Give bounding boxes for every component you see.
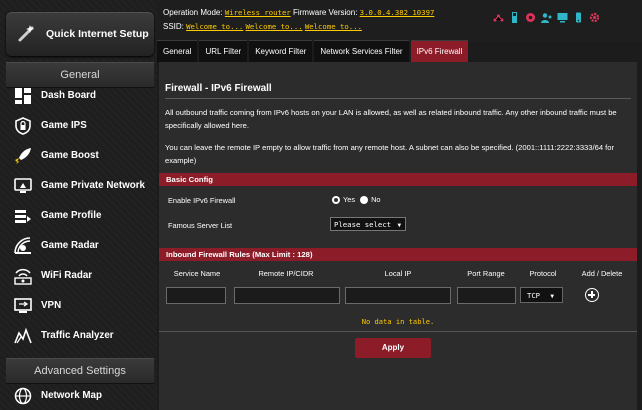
radio-yes-label: Yes (343, 195, 356, 204)
basic-config-header: Basic Config (159, 173, 637, 186)
wifi-radar-icon (13, 266, 33, 286)
sidebar-item-traffic-analyzer[interactable]: Traffic Analyzer (6, 322, 154, 350)
tab-network-services-filter[interactable]: Network Services Filter (314, 40, 409, 63)
sidebar-item-label: VPN (41, 300, 62, 311)
operation-mode-label: Operation Mode: (163, 8, 223, 17)
sidebar-item-network-map[interactable]: Network Map (6, 382, 154, 410)
empty-table-message: No data in table. (361, 317, 435, 326)
sidebar-item-game-profile[interactable]: Game Profile (6, 202, 154, 230)
local-ip-input[interactable] (345, 287, 451, 304)
page-title: Firewall - IPv6 Firewall (165, 83, 272, 94)
port-range-input[interactable] (457, 287, 516, 304)
vpn-icon (13, 296, 33, 316)
sidebar-item-game-boost[interactable]: Game Boost (6, 142, 154, 170)
inbound-rules-header: Inbound Firewall Rules (Max Limit : 128) (159, 248, 637, 261)
quick-internet-setup-button[interactable]: Quick Internet Setup (6, 12, 154, 56)
monitor-icon (13, 176, 33, 196)
sidebar-item-label: Traffic Analyzer (41, 330, 114, 341)
tab-bar: General URL Filter Keyword Filter Networ… (157, 40, 469, 63)
device-status-icon[interactable] (573, 12, 584, 23)
network-status-icon[interactable] (493, 12, 504, 23)
sidebar-item-label: Game Private Network (41, 180, 146, 191)
monitor-status-icon[interactable] (557, 12, 568, 23)
apply-button[interactable]: Apply (355, 338, 431, 358)
header: Operation Mode: Wireless router Firmware… (157, 0, 642, 42)
enable-ipv6-firewall-radio-group: Yes No (332, 195, 381, 204)
sidebar-item-wifi-radar[interactable]: WiFi Radar (6, 262, 154, 290)
famous-server-list-label: Famous Server List (168, 221, 233, 230)
tab-keyword-filter[interactable]: Keyword Filter (249, 40, 313, 63)
service-name-input[interactable] (166, 287, 226, 304)
title-divider (165, 98, 631, 99)
tab-general[interactable]: General (157, 40, 198, 63)
chevron-down-icon: ▼ (397, 222, 402, 229)
lock-icon (13, 116, 33, 136)
sidebar-item-label: Dash Board (41, 90, 96, 101)
dashboard-icon (13, 86, 33, 106)
ssid-link[interactable]: Welcome to... (186, 22, 243, 31)
chevron-down-icon: ▼ (550, 293, 554, 300)
tab-url-filter[interactable]: URL Filter (199, 40, 248, 63)
gear-icon[interactable] (589, 12, 600, 23)
radio-yes[interactable] (332, 195, 340, 204)
protocol-select[interactable]: TCP ▼ (520, 287, 563, 303)
protocol-selected-value: TCP (527, 291, 540, 300)
description-outbound: All outbound traffic coming from IPv6 ho… (165, 108, 617, 130)
enable-ipv6-firewall-label: Enable IPv6 Firewall (168, 196, 236, 205)
settings-status-icon[interactable] (525, 12, 536, 23)
main-panel: Firewall - IPv6 Firewall All outbound tr… (159, 62, 637, 410)
column-header-add-delete: Add / Delete (581, 269, 623, 278)
status-icons (493, 12, 600, 23)
operation-mode-link[interactable]: Wireless router (225, 8, 291, 17)
user-status-icon[interactable] (541, 12, 552, 23)
sidebar-item-label: Game Boost (41, 150, 99, 161)
description-remote-ip: You can leave the remote IP empty to all… (165, 143, 615, 165)
table-divider (159, 331, 637, 332)
radio-no[interactable] (360, 195, 369, 204)
remote-ip-input[interactable] (234, 287, 340, 304)
usb-status-icon[interactable] (509, 12, 520, 23)
column-header-local-ip: Local IP (384, 269, 412, 278)
sidebar-item-label: Game IPS (41, 120, 87, 131)
column-header-remote-ip: Remote IP/CIDR (258, 269, 314, 278)
sidebar-item-dash-board[interactable]: Dash Board (6, 82, 154, 110)
firmware-version-link[interactable]: 3.0.0.4.382_10397 (360, 8, 435, 17)
add-rule-button[interactable] (585, 288, 599, 302)
ssid-line: SSID: Welcome to... Welcome to... Welcom… (163, 22, 362, 31)
sidebar-item-game-radar[interactable]: Game Radar (6, 232, 154, 260)
rocket-icon (13, 146, 33, 166)
sidebar-item-label: Game Radar (41, 240, 99, 251)
firmware-label: Firmware Version: (292, 8, 358, 17)
sidebar-item-label: Network Map (41, 390, 102, 401)
radar-icon (13, 236, 33, 256)
column-header-service-name: Service Name (173, 269, 221, 278)
quick-internet-setup-label: Quick Internet Setup (46, 28, 149, 40)
operation-mode-line: Operation Mode: Wireless router Firmware… (163, 8, 434, 17)
sidebar-item-vpn[interactable]: VPN (6, 292, 154, 320)
sidebar-item-label: WiFi Radar (41, 270, 93, 281)
radio-no-label: No (371, 195, 381, 204)
wand-icon (16, 23, 38, 45)
traffic-analyzer-icon (13, 326, 33, 346)
server-list-selected-value: Please select (334, 220, 392, 229)
ssid-link[interactable]: Welcome to... (246, 22, 303, 31)
column-header-port-range: Port Range (467, 269, 505, 278)
sidebar-item-game-ips[interactable]: Game IPS (6, 112, 154, 140)
sidebar-item-game-private-network[interactable]: Game Private Network (6, 172, 154, 200)
ssid-link[interactable]: Welcome to... (305, 22, 362, 31)
profile-icon (13, 206, 33, 226)
famous-server-list-select[interactable]: Please select ▼ (330, 217, 406, 231)
advanced-settings-section-title: Advanced Settings (6, 358, 154, 384)
tab-ipv6-firewall[interactable]: IPv6 Firewall (410, 40, 469, 63)
globe-icon (13, 386, 33, 406)
ssid-label: SSID: (163, 22, 184, 31)
sidebar: Quick Internet Setup General Dash Board … (0, 0, 157, 410)
sidebar-item-label: Game Profile (41, 210, 102, 221)
column-header-protocol: Protocol (529, 269, 557, 278)
